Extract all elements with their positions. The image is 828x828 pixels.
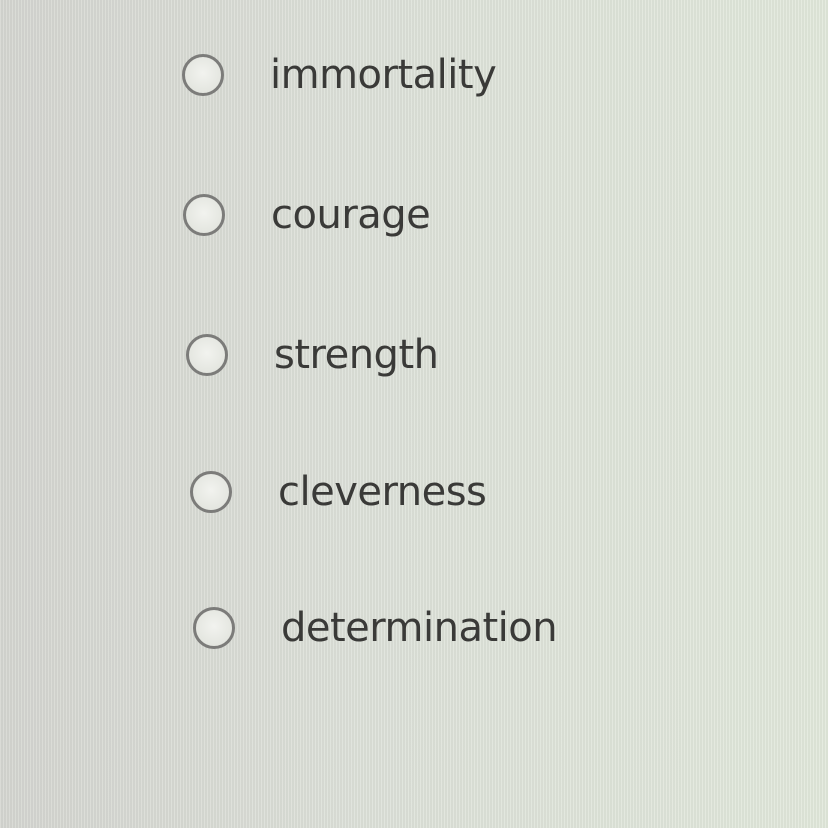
option-label: courage bbox=[271, 192, 431, 238]
option-cleverness[interactable]: cleverness bbox=[190, 462, 487, 522]
radio-button[interactable] bbox=[183, 194, 225, 236]
option-label: immortality bbox=[270, 52, 497, 98]
option-immortality[interactable]: immortality bbox=[182, 45, 497, 105]
answer-options: immortality courage strength cleverness … bbox=[0, 0, 828, 828]
option-determination[interactable]: determination bbox=[193, 598, 558, 658]
radio-button[interactable] bbox=[193, 607, 235, 649]
option-label: cleverness bbox=[278, 469, 487, 515]
radio-button[interactable] bbox=[190, 471, 232, 513]
option-strength[interactable]: strength bbox=[186, 325, 439, 385]
option-courage[interactable]: courage bbox=[183, 185, 431, 245]
option-label: determination bbox=[281, 605, 558, 651]
radio-button[interactable] bbox=[186, 334, 228, 376]
option-label: strength bbox=[274, 332, 439, 378]
radio-button[interactable] bbox=[182, 54, 224, 96]
